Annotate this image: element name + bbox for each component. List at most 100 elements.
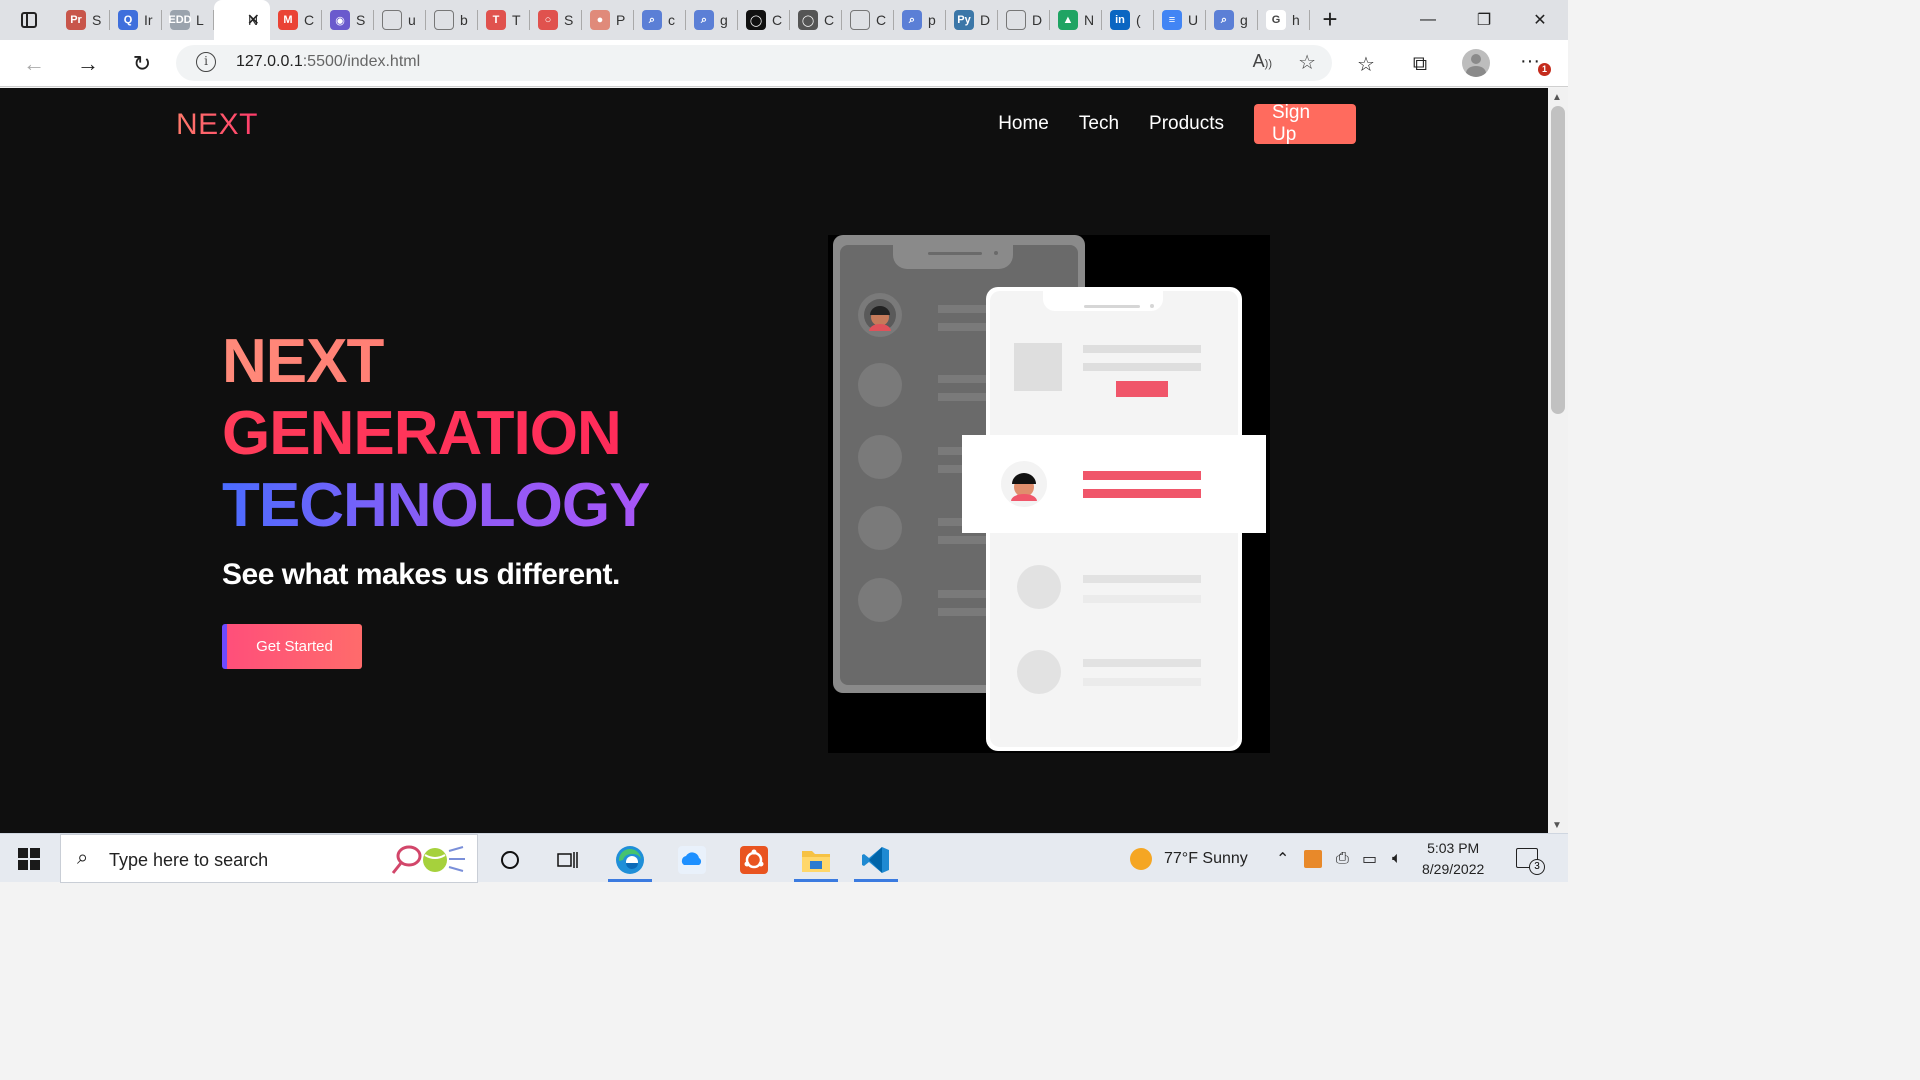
browser-tab[interactable]: ◉ S bbox=[322, 0, 374, 40]
system-clock[interactable]: 5:03 PM 8/29/2022 bbox=[1422, 838, 1484, 880]
browser-tab[interactable]: ≡ U bbox=[1154, 0, 1206, 40]
vscode-icon bbox=[862, 847, 889, 873]
file-explorer-app-button[interactable] bbox=[788, 838, 844, 882]
browser-tab[interactable]: b bbox=[426, 0, 478, 40]
address-bar[interactable]: i 127.0.0.1:5500/index.html A)) ☆ bbox=[176, 45, 1332, 81]
refresh-button[interactable]: ↻ bbox=[126, 48, 158, 80]
site-logo[interactable]: NEXT bbox=[176, 108, 258, 142]
tab-title: g bbox=[720, 12, 728, 28]
back-button[interactable]: ← bbox=[18, 48, 50, 80]
search-icon: ⌕ bbox=[642, 10, 662, 30]
url-text[interactable]: 127.0.0.1:5500/index.html bbox=[236, 53, 420, 71]
browser-tab[interactable]: N ✕ bbox=[214, 0, 270, 40]
profile-avatar[interactable] bbox=[1462, 49, 1490, 77]
search-placeholder: Type here to search bbox=[109, 850, 269, 870]
browser-tab[interactable]: C bbox=[842, 0, 894, 40]
browser-tab[interactable]: ⌕ g bbox=[686, 0, 738, 40]
browser-tab[interactable]: EDD L bbox=[162, 0, 214, 40]
search-icon: ⌕ bbox=[1214, 10, 1234, 30]
close-window-button[interactable]: ✕ bbox=[1512, 0, 1568, 40]
add-favorite-icon[interactable]: ☆ bbox=[1298, 50, 1316, 75]
nav-home[interactable]: Home bbox=[998, 113, 1049, 135]
restore-button[interactable]: ❐ bbox=[1456, 0, 1512, 40]
notification-count: 3 bbox=[1529, 859, 1545, 875]
meet-now-icon[interactable]: ⎙ bbox=[1336, 834, 1349, 883]
scroll-up-icon[interactable]: ▲ bbox=[1552, 92, 1562, 103]
favorites-icon[interactable]: ☆ bbox=[1350, 48, 1382, 80]
browser-tab[interactable]: Gh bbox=[1258, 0, 1310, 40]
site-info-icon[interactable]: i bbox=[196, 52, 216, 72]
scrollbar-thumb[interactable] bbox=[1551, 106, 1565, 414]
tray-app-icon[interactable] bbox=[1304, 834, 1322, 883]
nav-products[interactable]: Products bbox=[1149, 113, 1224, 135]
tab-actions-button[interactable] bbox=[12, 8, 46, 32]
page-scrollbar[interactable]: ▲ ▼ bbox=[1548, 88, 1568, 833]
linkedin-icon: in bbox=[1110, 10, 1130, 30]
browser-tab[interactable]: ◯ C bbox=[790, 0, 842, 40]
browser-tab[interactable]: D bbox=[998, 0, 1050, 40]
settings-more-icon[interactable]: ··· bbox=[1520, 50, 1540, 73]
tab-actions-icon bbox=[21, 12, 37, 28]
address-toolbar: ← → ↻ i 127.0.0.1:5500/index.html A)) ☆ … bbox=[0, 40, 1568, 87]
browser-tab-bar: Pr S Q Ir EDD L N ✕ M C ◉ Su b T T ○ S ● P ⌕ c ⌕ g ◯ C ◯ C C ⌕ p Py D D ▲… bbox=[0, 0, 1568, 40]
cortana-button[interactable] bbox=[482, 838, 538, 882]
sign-up-button[interactable]: Sign Up bbox=[1254, 102, 1356, 145]
tab-title: C bbox=[824, 12, 835, 28]
tab-title: P bbox=[616, 12, 626, 28]
tab-title: C bbox=[876, 12, 887, 28]
volume-icon[interactable]: 🔈︎ bbox=[1392, 834, 1402, 883]
collections-icon[interactable]: ⧉ bbox=[1404, 48, 1436, 80]
page-icon bbox=[222, 10, 242, 30]
show-hidden-icons[interactable]: ⌃ bbox=[1276, 834, 1289, 883]
forward-button[interactable]: → bbox=[72, 48, 104, 80]
quora-icon: Q bbox=[118, 10, 138, 30]
task-view-button[interactable] bbox=[540, 838, 596, 882]
phones-illustration bbox=[833, 235, 1266, 751]
browser-tab[interactable]: Q Ir bbox=[110, 0, 162, 40]
read-aloud-icon[interactable]: A)) bbox=[1253, 51, 1272, 72]
search-icon: ⌕ bbox=[77, 847, 89, 869]
tesla-icon: T bbox=[486, 10, 506, 30]
browser-tab[interactable]: ▲ N bbox=[1050, 0, 1102, 40]
clock-time: 5:03 PM bbox=[1427, 840, 1480, 856]
tab-strip: Pr S Q Ir EDD L N ✕ M C ◉ Su b T T ○ S ● P ⌕ c ⌕ g ◯ C ◯ C C ⌕ p Py D D ▲… bbox=[58, 0, 1310, 40]
doc-icon bbox=[382, 10, 402, 30]
browser-tab[interactable]: ⌕ p bbox=[894, 0, 946, 40]
browser-tab[interactable]: MC bbox=[270, 0, 322, 40]
browser-tab[interactable]: in ( bbox=[1102, 0, 1154, 40]
nav-tech[interactable]: Tech bbox=[1079, 113, 1119, 135]
weather-widget[interactable]: 77°F Sunny bbox=[1130, 834, 1248, 883]
vscode-app-button[interactable] bbox=[848, 838, 904, 882]
browser-tab[interactable]: TT bbox=[478, 0, 530, 40]
record-icon: ◉ bbox=[330, 10, 350, 30]
onedrive-icon bbox=[678, 846, 706, 874]
minimize-button[interactable]: — bbox=[1400, 0, 1456, 40]
onedrive-app-button[interactable] bbox=[664, 838, 720, 882]
ubuntu-app-button[interactable] bbox=[726, 838, 782, 882]
search-icon: ⌕ bbox=[902, 10, 922, 30]
edge-app-button[interactable] bbox=[602, 838, 658, 882]
tab-title: T bbox=[512, 12, 521, 28]
get-started-button[interactable]: Get Started bbox=[222, 624, 362, 669]
edge-icon bbox=[616, 846, 644, 874]
notification-center-icon[interactable]: 3 bbox=[1516, 848, 1545, 875]
browser-tab[interactable]: Py D bbox=[946, 0, 998, 40]
browser-tab[interactable]: ⌕ c bbox=[634, 0, 686, 40]
scroll-down-icon[interactable]: ▼ bbox=[1552, 820, 1562, 831]
github-icon: ◯ bbox=[798, 10, 818, 30]
browser-tab[interactable]: u bbox=[374, 0, 426, 40]
browser-tab[interactable]: ⌕ g bbox=[1206, 0, 1258, 40]
start-button[interactable] bbox=[18, 848, 40, 870]
browser-tab[interactable]: ◯ C bbox=[738, 0, 790, 40]
new-tab-button[interactable]: + bbox=[1316, 6, 1344, 34]
browser-tab[interactable]: ○ S bbox=[530, 0, 582, 40]
tab-title: N bbox=[1084, 12, 1095, 28]
battery-icon[interactable]: ▭ bbox=[1362, 834, 1377, 883]
tab-title: D bbox=[1032, 12, 1043, 28]
browser-tab[interactable]: ● P bbox=[582, 0, 634, 40]
close-tab-icon[interactable]: ✕ bbox=[247, 10, 260, 30]
browser-tab[interactable]: Pr S bbox=[58, 0, 110, 40]
gmail-icon: M bbox=[278, 10, 298, 30]
weather-text: 77°F Sunny bbox=[1164, 849, 1248, 867]
taskbar-search[interactable]: ⌕ Type here to search bbox=[60, 834, 478, 883]
